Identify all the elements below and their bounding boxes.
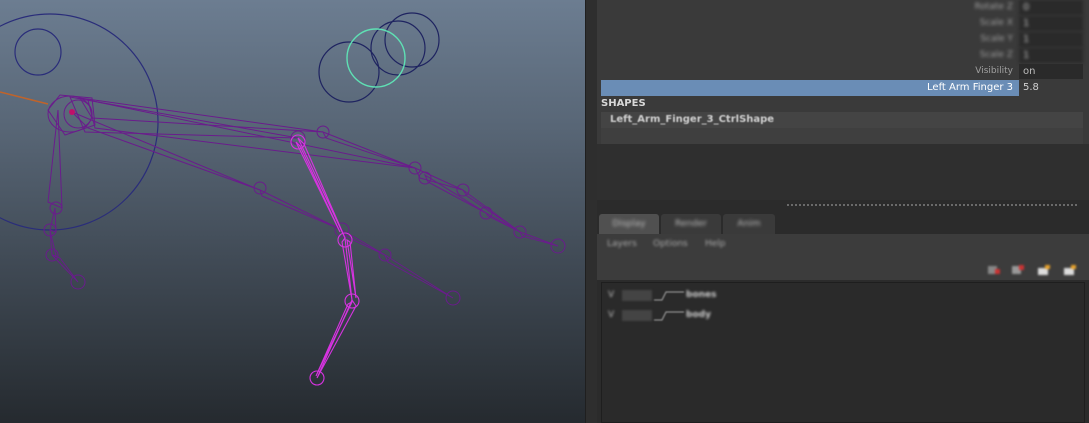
attr-row-visibility: Visibility on: [601, 64, 1083, 80]
shape-row[interactable]: Left_Arm_Finger_3_CtrlShape: [601, 112, 1083, 128]
rig-wireframe: [0, 12, 566, 386]
joint-chain: [43, 94, 566, 306]
attr-value-field[interactable]: on: [1019, 64, 1083, 79]
attr-label: Scale X: [979, 18, 1013, 28]
menu-options[interactable]: Options: [653, 239, 688, 249]
visibility-toggle[interactable]: V: [608, 310, 614, 320]
new-layer-selected-icon[interactable]: [1011, 261, 1025, 274]
tab-label: Anim: [737, 219, 761, 229]
playback-toggle[interactable]: [622, 290, 652, 301]
attr-value-field[interactable]: 0: [1019, 0, 1083, 15]
attr-label: Scale Y: [980, 34, 1013, 44]
tab-label: Display: [612, 219, 646, 229]
shape-name: Left_Arm_Finger_3_CtrlShape: [610, 114, 775, 125]
3d-viewport[interactable]: [0, 0, 585, 423]
attr-row-selected[interactable]: Left Arm Finger 3 5.8: [601, 80, 1083, 96]
tab-anim[interactable]: Anim: [723, 214, 775, 234]
attr-row-rotate-z: Rotate Z 0: [601, 0, 1083, 16]
attr-value-field[interactable]: 1: [1019, 48, 1083, 63]
layer-list: V bones V body: [601, 282, 1085, 423]
selected-joint-chain: [290, 134, 360, 386]
root-joint-marker: [69, 109, 75, 115]
tab-label: Render: [674, 219, 708, 229]
layer-name: bones: [686, 290, 717, 300]
layer-row-body[interactable]: V body: [608, 307, 1078, 325]
body-control-circle: [0, 13, 159, 231]
visibility-toggle[interactable]: V: [608, 290, 614, 300]
shapes-section-title: SHAPES: [601, 98, 646, 109]
move-up-icon[interactable]: [1037, 261, 1051, 275]
layer-color-icon[interactable]: [654, 309, 684, 322]
layer-menu-bar: Layers Options Help: [597, 234, 1089, 256]
move-down-icon[interactable]: [1063, 261, 1077, 275]
layer-editor: Display Render Anim Layers Options Help: [597, 210, 1089, 423]
grip-dots: [787, 204, 1077, 206]
attr-value-field[interactable]: 1: [1019, 32, 1083, 47]
attr-row-scale-x: Scale X 1: [601, 16, 1083, 32]
head-control-circle: [14, 28, 62, 76]
attr-label: Scale Z: [979, 50, 1013, 60]
layer-row-bones[interactable]: V bones: [608, 287, 1078, 305]
selected-attr-label: Left Arm Finger 3: [927, 82, 1013, 93]
tab-display[interactable]: Display: [599, 214, 659, 234]
attribute-editor: Rotate Z 0 Scale X 1 Scale Y 1 Scale Z 1…: [597, 0, 1089, 200]
empty-row: [601, 128, 1083, 144]
attr-row-scale-z: Scale Z 1: [601, 48, 1083, 64]
right-panel: Rotate Z 0 Scale X 1 Scale Y 1 Scale Z 1…: [597, 0, 1089, 423]
attr-empty-area: [597, 144, 1089, 200]
menu-layers[interactable]: Layers: [607, 239, 637, 249]
menu-help[interactable]: Help: [705, 239, 726, 249]
selected-attr-value-field[interactable]: 5.8: [1019, 80, 1083, 96]
new-layer-icon[interactable]: [987, 261, 1001, 274]
layer-color-icon[interactable]: [654, 289, 684, 302]
playback-toggle[interactable]: [622, 310, 652, 321]
attr-value-field[interactable]: 1: [1019, 16, 1083, 31]
finger-control-1: [318, 41, 380, 103]
layer-name: body: [686, 310, 711, 320]
tab-render[interactable]: Render: [661, 214, 721, 234]
attr-row-scale-y: Scale Y 1: [601, 32, 1083, 48]
pane-split-handle[interactable]: [597, 200, 1089, 210]
attr-label: Rotate Z: [974, 2, 1014, 12]
attr-label: Visibility: [975, 66, 1013, 76]
layer-toolbar: [597, 256, 1089, 280]
axis-line: [0, 91, 49, 105]
